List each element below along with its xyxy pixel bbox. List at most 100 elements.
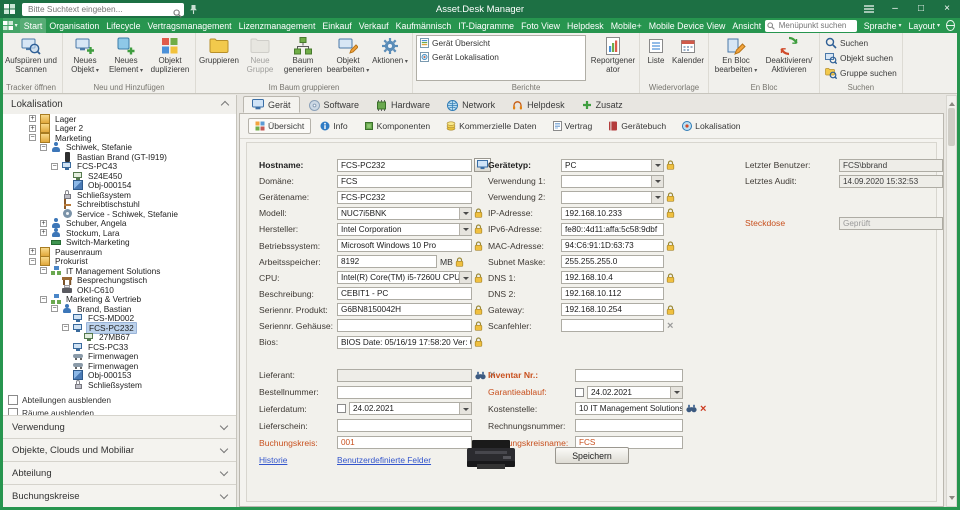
field-subnet-maske[interactable]: 255.255.255.0 — [561, 255, 664, 268]
field-hostname[interactable]: FCS-PC232 — [337, 159, 472, 172]
field-hersteller[interactable]: Intel Corporation — [337, 223, 472, 236]
field-arbeitsspeicher[interactable]: 8192 — [337, 255, 437, 268]
tab-helpdesk[interactable]: Helpdesk — [504, 96, 573, 114]
language-menu[interactable]: Sprache▾ — [864, 21, 902, 31]
maximize-button[interactable]: □ — [908, 0, 934, 18]
gruppe-suchen-button[interactable]: Gruppe suchen — [822, 66, 900, 80]
sidebar-panel-verwendung[interactable]: Verwendung — [3, 415, 236, 438]
tree-item-lager-2[interactable]: +Lager 2 — [3, 124, 236, 134]
subtab-komponenten[interactable]: Komponenten — [357, 118, 438, 134]
close-button[interactable]: × — [934, 0, 960, 18]
aufspueren-und-scannen-button[interactable]: Aufspüren und Scannen — [2, 34, 60, 81]
ribbon-tab-kaufmaennisch[interactable]: Kaufmännisch — [392, 18, 455, 33]
tree-item-27mb67[interactable]: 27MB67 — [3, 333, 236, 343]
tree-item-service-schiwek-stefanie[interactable]: Service - Schiwek, Stefanie — [3, 209, 236, 219]
field-steckdose[interactable]: Geprüft — [839, 217, 943, 230]
date-checkbox[interactable] — [337, 404, 346, 413]
clear-icon[interactable]: × — [700, 404, 706, 414]
tree-item-schuber-angela[interactable]: +Schuber, Angela — [3, 219, 236, 229]
global-search[interactable] — [22, 3, 184, 16]
dropdown-icon[interactable] — [670, 387, 682, 398]
menu-search[interactable] — [765, 20, 857, 32]
ribbon-tab-einkauf[interactable]: Einkauf — [319, 18, 355, 33]
field-mac-adresse[interactable]: 94:C6:91:1D:63:73 — [561, 239, 664, 252]
ribbon-tab-verkauf[interactable]: Verkauf — [355, 18, 392, 33]
ribbon-tab-it-diagramme[interactable]: IT-Diagramme — [455, 18, 518, 33]
tree-item-marketing-vertrieb[interactable]: −Marketing & Vertrieb — [3, 295, 236, 305]
gruppieren-button[interactable]: Gruppieren — [198, 34, 240, 81]
ribbon-tab-mobile[interactable]: Mobile+ — [607, 18, 645, 33]
tree-expander[interactable]: − — [40, 296, 47, 303]
en-bloc-bearbeiten-button[interactable]: En Bloc bearbeiten ▾ — [711, 34, 761, 81]
tree-item-stockum-lara[interactable]: +Stockum, Lara — [3, 228, 236, 238]
ribbon-options-icon[interactable] — [856, 0, 882, 18]
tree-expander[interactable]: − — [51, 305, 58, 312]
history-link[interactable]: Historie — [259, 455, 287, 465]
field-beschreibung[interactable]: CEBIT1 - PC — [337, 287, 472, 300]
sidebar-panel-buchungskreise[interactable]: Buchungskreise — [3, 484, 236, 507]
save-button[interactable]: Speichern — [555, 447, 629, 464]
field-lieferschein[interactable] — [337, 419, 472, 432]
tree-item-schliesssystem[interactable]: Schließsystem — [3, 190, 236, 200]
subtab-vertrag[interactable]: Vertrag — [546, 118, 600, 134]
field-ip-adresse[interactable]: 192.168.10.233 — [561, 207, 664, 220]
tree-expander[interactable]: + — [29, 248, 36, 255]
ribbon-tab-start[interactable]: Start — [20, 18, 46, 33]
field-domaene[interactable]: FCS — [337, 175, 472, 188]
reports-listbox[interactable]: Gerät ÜbersichtGerät Lokalisation — [416, 35, 586, 81]
binoculars-icon[interactable] — [686, 404, 697, 413]
vertical-scrollbar[interactable] — [946, 95, 957, 507]
field-modell[interactable]: NUC7i5BNK — [337, 207, 472, 220]
ribbon-tab-lizenzmanagement[interactable]: Lizenzmanagement — [235, 18, 319, 33]
field-inventar-nr[interactable] — [575, 369, 683, 382]
tree-item-schliesssystem[interactable]: Schließsystem — [3, 380, 236, 390]
subtab-geraetebuch[interactable]: Gerätebuch — [601, 118, 673, 134]
field-verwendung-1[interactable] — [561, 175, 664, 188]
scrollbar-thumb[interactable] — [948, 108, 955, 146]
field-geraetetyp[interactable]: PC — [561, 159, 664, 172]
field-gateway[interactable]: 192.168.10.254 — [561, 303, 664, 316]
objekt-suchen-button[interactable]: Objekt suchen — [822, 51, 900, 65]
field-bios[interactable]: BIOS Date: 05/16/19 17:58:20 Ver: 0... — [337, 336, 472, 349]
ribbon-tab-vertragsmanagement[interactable]: Vertragsmanagement — [144, 18, 235, 33]
subtab-uebersicht[interactable]: Übersicht — [248, 118, 311, 134]
tab-geraet[interactable]: Gerät — [243, 96, 300, 113]
dropdown-icon[interactable] — [459, 403, 471, 414]
ribbon-tab-lifecycle[interactable]: Lifecycle — [103, 18, 144, 33]
tree-item-firmenwagen[interactable]: Firmenwagen — [3, 361, 236, 371]
tree-item-schreibtischstuhl[interactable]: Schreibtischstuhl — [3, 200, 236, 210]
tree-expander[interactable]: − — [51, 163, 58, 170]
tree-item-oki-c610[interactable]: OKI-C610 — [3, 285, 236, 295]
pin-icon[interactable] — [189, 4, 198, 15]
objekt-bearbeiten-button[interactable]: Objekt bearbeiten ▾ — [326, 34, 370, 81]
tree-item-obj-000153[interactable]: Obj-000153 — [3, 371, 236, 381]
menu-search-input[interactable] — [777, 20, 855, 31]
field-ipv6-adresse[interactable]: fe80::4d11:affa:5c58:9dbf — [561, 223, 664, 236]
date-checkbox[interactable] — [575, 388, 584, 397]
neues-objekt-button[interactable]: Neues Objekt ▾ — [65, 34, 105, 81]
ribbon-tab-ansicht[interactable]: Ansicht — [729, 18, 765, 33]
neues-element-button[interactable]: Neues Element ▾ — [105, 34, 147, 81]
abteilungen-ausblenden-option[interactable]: Abteilungen ausblenden — [3, 393, 236, 406]
report-list-item-geraet-lokalisation[interactable]: Gerät Lokalisation — [417, 50, 585, 64]
sidebar-panel-abteilung[interactable]: Abteilung — [3, 461, 236, 484]
report-list-item-geraet-uebersicht[interactable]: Gerät Übersicht — [417, 36, 585, 50]
tree-item-schiwek-stefanie[interactable]: −Schiwek, Stefanie — [3, 143, 236, 153]
subtab-lokalisation[interactable]: Lokalisation — [675, 118, 747, 134]
field-rechnungsnummer[interactable] — [575, 419, 683, 432]
dropdown-icon[interactable] — [459, 208, 471, 219]
field-dns-2[interactable]: 192.168.10.112 — [561, 287, 664, 300]
field-lieferdatum[interactable]: 24.02.2021 — [349, 402, 472, 415]
tree-item-fcs-pc33[interactable]: FCS-PC33 — [3, 342, 236, 352]
dropdown-icon[interactable] — [459, 224, 471, 235]
globe-icon[interactable] — [946, 20, 955, 31]
field-dns-1[interactable]: 192.168.10.4 — [561, 271, 664, 284]
binoculars-icon[interactable] — [475, 371, 486, 380]
minimize-button[interactable]: – — [882, 0, 908, 18]
subtab-kommerzielle-daten[interactable]: Kommerzielle Daten — [439, 118, 543, 134]
clear-icon[interactable]: × — [667, 321, 673, 331]
field-bestellnummer[interactable] — [337, 386, 472, 399]
field-seriennr-gehaeuse[interactable] — [337, 319, 472, 332]
sidebar-header[interactable]: Lokalisation — [3, 95, 236, 115]
tree-expander[interactable]: − — [29, 134, 36, 141]
